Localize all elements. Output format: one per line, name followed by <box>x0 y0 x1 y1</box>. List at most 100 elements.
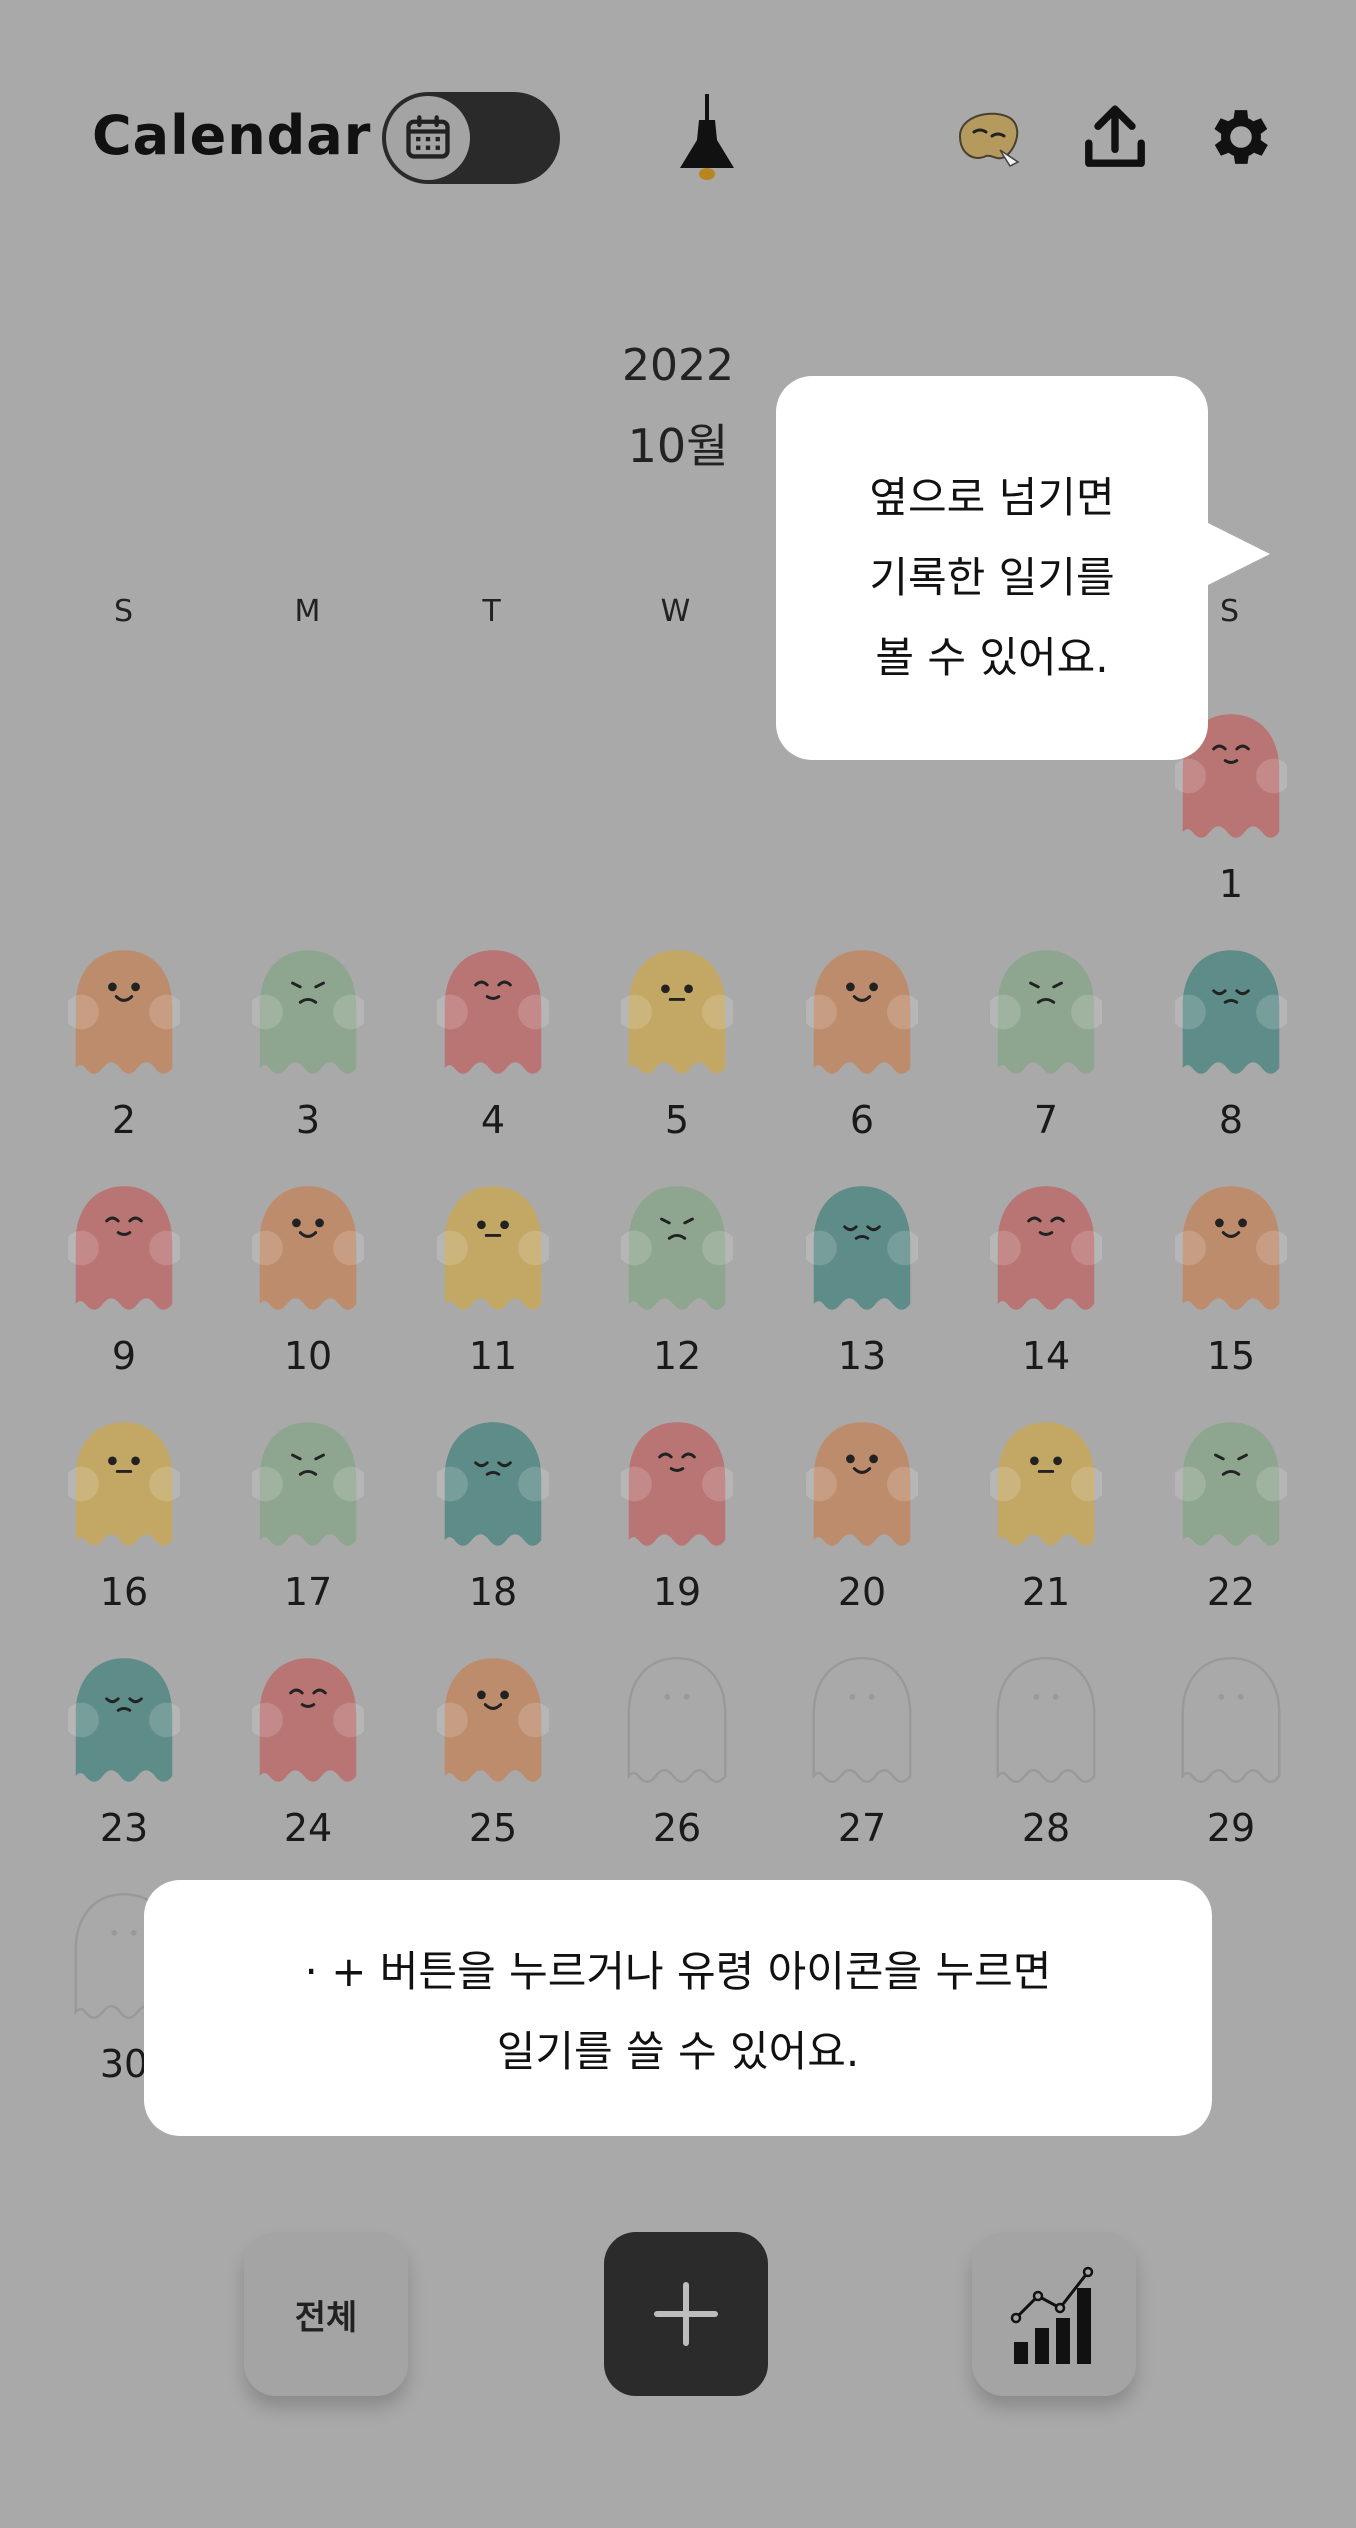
calendar-day[interactable]: 14 <box>981 1178 1111 1378</box>
day-number: 28 <box>1021 1806 1071 1850</box>
swipe-hint-text: 옆으로 넘기면 기록한 일기를 볼 수 있어요. <box>869 473 1115 682</box>
calendar-day[interactable]: 25 <box>428 1650 558 1850</box>
calendar-day[interactable]: 19 <box>612 1414 742 1614</box>
calendar-day[interactable]: 18 <box>428 1414 558 1614</box>
calendar-day[interactable]: 6 <box>797 942 927 1142</box>
ghost-mood-icon <box>621 950 733 1074</box>
ghost-mood-icon <box>68 1186 180 1310</box>
calendar-day[interactable]: 28 <box>981 1650 1111 1850</box>
ghost-mood-icon <box>1175 1422 1287 1546</box>
day-number: 15 <box>1206 1334 1256 1378</box>
day-number: 25 <box>468 1806 518 1850</box>
calendar-day[interactable]: 5 <box>612 942 742 1142</box>
ghost-mood-icon <box>806 1186 918 1310</box>
swipe-hint-tooltip: 옆으로 넘기면 기록한 일기를 볼 수 있어요. <box>776 376 1270 760</box>
day-number: 11 <box>468 1334 518 1378</box>
lamp-icon[interactable] <box>672 94 742 184</box>
calendar-day[interactable]: 4 <box>428 942 558 1142</box>
calendar-day[interactable]: 8 <box>1166 942 1296 1142</box>
calendar-day[interactable]: 9 <box>59 1178 189 1378</box>
stats-chart-icon <box>1010 2266 1094 2364</box>
tooltip-tail <box>1206 522 1270 586</box>
ghost-mood-icon <box>68 1422 180 1546</box>
day-number: 17 <box>283 1570 333 1614</box>
ghost-mood-icon <box>68 1658 180 1782</box>
ghost-mood-icon <box>812 1656 912 1783</box>
ghost-mood-icon <box>68 950 180 1074</box>
day-number: 13 <box>837 1334 887 1378</box>
day-number: 1 <box>1218 862 1244 906</box>
ghost-mood-icon <box>1175 1186 1287 1310</box>
day-number: 14 <box>1021 1334 1071 1378</box>
calendar-day[interactable]: 15 <box>1166 1178 1296 1378</box>
ghost-mood-icon <box>437 1422 549 1546</box>
share-icon[interactable] <box>1078 100 1152 174</box>
calendar-view-toggle[interactable] <box>382 92 560 184</box>
plus-icon <box>654 2282 718 2346</box>
weekday-label: S <box>113 594 135 629</box>
day-number: 8 <box>1218 1098 1244 1142</box>
fortune-cookie-icon[interactable] <box>952 106 1024 170</box>
calendar-day[interactable]: 11 <box>428 1178 558 1378</box>
all-entries-button[interactable]: 전체 <box>244 2232 408 2396</box>
day-number: 16 <box>99 1570 149 1614</box>
calendar-day[interactable]: 27 <box>797 1650 927 1850</box>
ghost-mood-icon <box>806 1422 918 1546</box>
add-entry-button[interactable] <box>604 2232 768 2396</box>
calendar-day[interactable]: 26 <box>612 1650 742 1850</box>
gear-icon[interactable] <box>1204 100 1278 174</box>
calendar-day[interactable]: 7 <box>981 942 1111 1142</box>
calendar-day[interactable]: 20 <box>797 1414 927 1614</box>
write-hint-tooltip: · + 버튼을 누르거나 유령 아이콘을 누르면 일기를 쓸 수 있어요. <box>144 1880 1212 2136</box>
calendar-day[interactable]: 17 <box>243 1414 373 1614</box>
calendar-day[interactable]: 24 <box>243 1650 373 1850</box>
day-number: 24 <box>283 1806 333 1850</box>
ghost-mood-icon <box>621 1186 733 1310</box>
ghost-mood-icon <box>996 1656 1096 1783</box>
calendar-day[interactable]: 3 <box>243 942 373 1142</box>
day-number: 29 <box>1206 1806 1256 1850</box>
day-number: 5 <box>664 1098 690 1142</box>
calendar-day[interactable]: 23 <box>59 1650 189 1850</box>
calendar-day[interactable]: 12 <box>612 1178 742 1378</box>
calendar-day[interactable]: 16 <box>59 1414 189 1614</box>
ghost-mood-icon <box>621 1422 733 1546</box>
stats-button[interactable] <box>972 2232 1136 2396</box>
weekday-label: T <box>482 594 502 629</box>
ghost-mood-icon <box>627 1656 727 1783</box>
day-number: 23 <box>99 1806 149 1850</box>
ghost-mood-icon <box>252 950 364 1074</box>
calendar-icon <box>386 96 470 180</box>
calendar-day[interactable]: 21 <box>981 1414 1111 1614</box>
day-number: 22 <box>1206 1570 1256 1614</box>
day-number: 19 <box>652 1570 702 1614</box>
calendar-day[interactable]: 10 <box>243 1178 373 1378</box>
ghost-mood-icon <box>437 1186 549 1310</box>
ghost-mood-icon <box>806 950 918 1074</box>
day-number: 3 <box>295 1098 321 1142</box>
day-number: 2 <box>111 1098 137 1142</box>
calendar-day[interactable]: 22 <box>1166 1414 1296 1614</box>
app-title: Calendar <box>92 104 372 167</box>
day-number: 10 <box>283 1334 333 1378</box>
ghost-mood-icon <box>990 1422 1102 1546</box>
write-hint-text: · + 버튼을 누르거나 유령 아이콘을 누르면 일기를 쓸 수 있어요. <box>304 1947 1052 2076</box>
calendar-day[interactable]: 2 <box>59 942 189 1142</box>
day-number: 27 <box>837 1806 887 1850</box>
ghost-mood-icon <box>252 1186 364 1310</box>
calendar-day[interactable]: 29 <box>1166 1650 1296 1850</box>
day-number: 4 <box>480 1098 506 1142</box>
day-number: 12 <box>652 1334 702 1378</box>
ghost-mood-icon <box>990 1186 1102 1310</box>
ghost-mood-icon <box>990 950 1102 1074</box>
ghost-mood-icon <box>1181 1656 1281 1783</box>
ghost-mood-icon <box>252 1422 364 1546</box>
weekday-label: W <box>660 594 692 629</box>
ghost-mood-icon <box>1175 950 1287 1074</box>
calendar-day[interactable]: 13 <box>797 1178 927 1378</box>
day-number: 18 <box>468 1570 518 1614</box>
day-number: 9 <box>111 1334 137 1378</box>
day-number: 7 <box>1033 1098 1059 1142</box>
weekday-label: M <box>294 594 322 629</box>
day-number: 21 <box>1021 1570 1071 1614</box>
